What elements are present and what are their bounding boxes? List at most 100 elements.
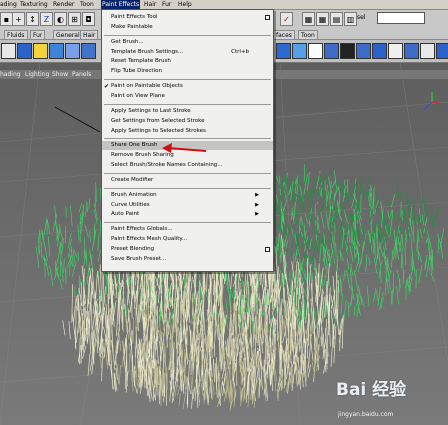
menu-separator bbox=[104, 222, 271, 224]
squash-icon[interactable] bbox=[404, 43, 419, 59]
menu-item-make-paintable[interactable]: Make Paintable bbox=[102, 23, 273, 32]
tab-toon[interactable]: Toon bbox=[298, 30, 318, 39]
grass-blade bbox=[343, 217, 345, 228]
paint-effects-menu: Paint Effects Tool Make Paintable Get Brus… bbox=[101, 9, 274, 272]
menu-item-reset-template-brush[interactable]: Reset Template Brush bbox=[102, 57, 273, 66]
grass-blade bbox=[375, 287, 380, 304]
menu-shading[interactable]: ading bbox=[0, 0, 17, 9]
menu-item-create-modifier[interactable]: Create Modifier bbox=[102, 176, 273, 185]
menu-item-label: Auto Paint bbox=[111, 211, 140, 218]
menu-item-apply-settings-to-last-stroke[interactable]: Apply Settings to Last Stroke bbox=[102, 107, 273, 116]
grass-blade bbox=[317, 188, 319, 202]
grass-blade bbox=[397, 270, 401, 288]
grass-blade bbox=[132, 317, 134, 344]
tab-fur[interactable]: Fur bbox=[30, 30, 46, 39]
menu-item-preset-blending[interactable]: Preset Blending bbox=[102, 245, 273, 254]
menu-render[interactable]: Render bbox=[53, 0, 74, 9]
menu-item-paint-on-paintable-objects[interactable]: ✔ Paint on Paintable Objects bbox=[102, 82, 273, 91]
add-icon[interactable]: + bbox=[12, 12, 25, 26]
hypershade-icon[interactable]: ▥ bbox=[344, 12, 357, 26]
tab-hair[interactable]: Hair bbox=[80, 30, 99, 39]
tab-general[interactable]: General bbox=[53, 30, 83, 39]
grass-blade bbox=[396, 286, 400, 305]
twist-icon[interactable] bbox=[340, 43, 355, 59]
grass-blade bbox=[353, 239, 356, 258]
menu-item-apply-settings-to-selected-strokes[interactable]: Apply Settings to Selected Strokes bbox=[102, 127, 273, 136]
vp-menu-show[interactable]: Show bbox=[52, 70, 68, 79]
wave-icon[interactable] bbox=[356, 43, 371, 59]
menu-item-paint-effects-globals[interactable]: Paint Effects Globals... bbox=[102, 225, 273, 234]
menu-item-paint-on-view-plane[interactable]: Paint on View Plane bbox=[102, 92, 273, 101]
camera-icon[interactable]: ◘ bbox=[82, 12, 95, 26]
menu-item-label: Template Brush Settings... bbox=[111, 48, 184, 55]
option-box-icon[interactable] bbox=[265, 247, 270, 252]
menu-hair[interactable]: Hair bbox=[144, 0, 156, 9]
tab-faces[interactable]: faces bbox=[273, 30, 295, 39]
grass-blade bbox=[400, 248, 403, 270]
menu-item-curve-utilities[interactable]: Curve Utilities ▶ bbox=[102, 201, 273, 210]
torus-icon[interactable] bbox=[81, 43, 96, 59]
menu-item-paint-effects-tool[interactable]: Paint Effects Tool bbox=[102, 13, 273, 22]
grass-blade bbox=[276, 194, 278, 205]
menu-texturing[interactable]: Texturing bbox=[20, 0, 48, 9]
menu-paint-effects[interactable]: Paint Effects bbox=[101, 0, 141, 9]
sine-icon[interactable] bbox=[372, 43, 387, 59]
menu-item-label: Reset Template Brush bbox=[111, 58, 171, 65]
menu-item-get-settings-from-selected-stroke[interactable]: Get Settings from Selected Stroke bbox=[102, 117, 273, 126]
menu-item-flip-tube-direction[interactable]: Flip Tube Direction bbox=[102, 67, 273, 76]
grass-blade bbox=[37, 229, 41, 244]
vp-menu-panels[interactable]: Panels bbox=[72, 70, 91, 79]
wire-icon[interactable] bbox=[436, 43, 448, 59]
brush-icon[interactable] bbox=[17, 43, 32, 59]
bend-icon[interactable] bbox=[324, 43, 339, 59]
snap-live-icon[interactable]: ✓ bbox=[280, 12, 293, 26]
grid-icon[interactable]: ⊞ bbox=[68, 12, 81, 26]
grass-blade bbox=[177, 278, 180, 324]
grass-blade bbox=[262, 306, 264, 317]
selection-input[interactable] bbox=[377, 12, 425, 24]
sphere-icon[interactable] bbox=[33, 43, 48, 59]
menu-item-save-brush-preset[interactable]: Save Brush Preset... bbox=[102, 255, 273, 264]
menu-fur[interactable]: Fur bbox=[162, 0, 171, 9]
lattice-icon[interactable] bbox=[292, 43, 307, 59]
flare-icon[interactable] bbox=[388, 43, 403, 59]
grass-blade bbox=[97, 274, 101, 302]
grass-blade bbox=[292, 280, 294, 301]
paint-tool-icon[interactable] bbox=[1, 43, 16, 59]
menu-item-auto-paint[interactable]: Auto Paint ▶ bbox=[102, 210, 273, 219]
ipr-render-icon[interactable]: ▦ bbox=[316, 12, 329, 26]
snap-icon[interactable]: Z bbox=[40, 12, 53, 26]
cylinder-icon[interactable] bbox=[49, 43, 64, 59]
menu-item-brush-animation[interactable]: Brush Animation ▶ bbox=[102, 191, 273, 200]
cluster-icon[interactable] bbox=[308, 43, 323, 59]
watermark-url: jingyan.baidu.com bbox=[338, 411, 394, 418]
option-box-icon[interactable] bbox=[265, 15, 270, 20]
menu-item-get-brush[interactable]: Get Brush... bbox=[102, 38, 273, 47]
menu-help[interactable]: Help bbox=[178, 0, 192, 9]
grass-blade bbox=[348, 184, 353, 194]
grass-blade bbox=[366, 285, 370, 307]
cone-icon[interactable] bbox=[65, 43, 80, 59]
vp-menu-shading[interactable]: hading bbox=[0, 70, 21, 79]
grass-blade bbox=[292, 252, 295, 271]
grass-blade bbox=[363, 187, 367, 197]
move-icon[interactable]: ↕ bbox=[26, 12, 39, 26]
grass-blade bbox=[240, 279, 243, 293]
checker-icon[interactable] bbox=[420, 43, 435, 59]
grass-blade bbox=[229, 365, 231, 392]
render-settings-icon[interactable]: ▤ bbox=[330, 12, 343, 26]
render-icon[interactable]: ◐ bbox=[54, 12, 67, 26]
vp-menu-lighting[interactable]: Lighting bbox=[25, 70, 49, 79]
menu-item-select-brush-stroke-names-containing[interactable]: Select Brush/Stroke Names Containing... bbox=[102, 161, 273, 170]
grass-blade bbox=[365, 254, 368, 272]
menu-item-template-brush-settings[interactable]: Template Brush Settings... Ctrl+b bbox=[102, 48, 273, 57]
grass-blade bbox=[198, 333, 200, 365]
deform-icon[interactable] bbox=[276, 43, 291, 59]
render-frame-icon[interactable]: ▦ bbox=[302, 12, 315, 26]
grass-blade bbox=[233, 383, 236, 408]
menu-toon[interactable]: Toon bbox=[80, 0, 94, 9]
menu-item-paint-effects-mesh-quality[interactable]: Paint Effects Mesh Quality... bbox=[102, 235, 273, 244]
tab-fluids[interactable]: Fluids bbox=[4, 30, 28, 39]
grass-blade bbox=[429, 261, 431, 272]
grass-blade bbox=[240, 381, 245, 407]
